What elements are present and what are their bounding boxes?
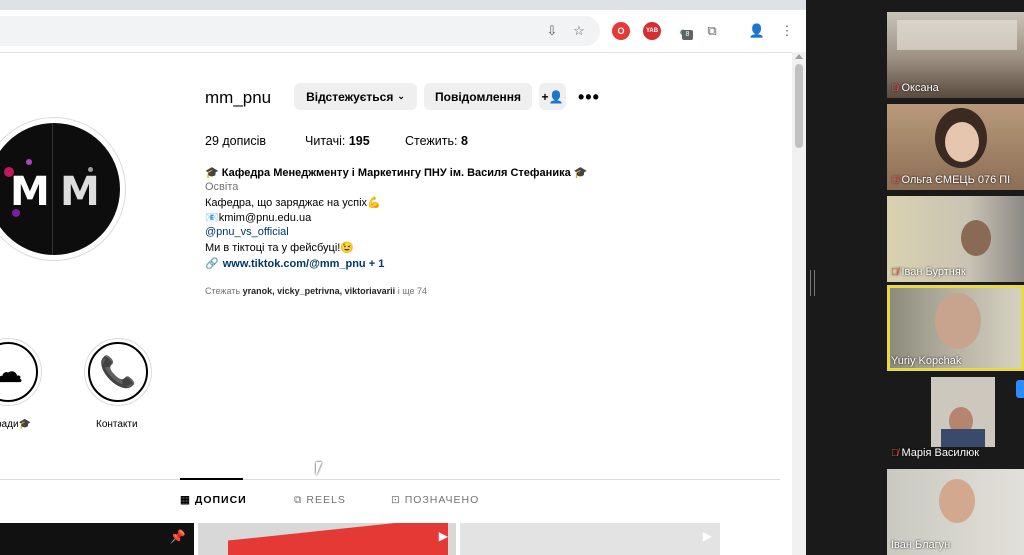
link-icon: 🔗 [205, 258, 219, 270]
yab-extension-icon[interactable]: YAB [643, 22, 661, 40]
tab-posts[interactable]: ▦ ДОПИСИ [180, 494, 247, 506]
participant-name: 🎙̸ Ольга ЄМЕЦЬ 076 ПІ [891, 174, 1011, 186]
bio-link-extra: + 1 [368, 258, 385, 270]
panel-resize-handle[interactable] [810, 270, 815, 296]
phone-icon: 📞 [88, 342, 148, 402]
active-tab-indicator [180, 478, 243, 480]
participant-tile[interactable]: Іван Благун [887, 469, 1024, 555]
pin-icon: 📌 [169, 529, 186, 544]
highlight-label-advice: ради🎓 [0, 419, 31, 430]
mic-muted-icon: 🎙̸ [891, 448, 899, 459]
mic-muted-icon: 🎙̸ [891, 267, 899, 278]
followed-by-names: yranok, vicky_petrivna, viktoriavarii [242, 286, 396, 296]
avatar: M M [0, 123, 120, 255]
address-bar[interactable] [0, 16, 600, 46]
cloud-icon: ☁ [0, 342, 38, 402]
participant-tile[interactable]: 🎙̸ Оксана [887, 12, 1024, 98]
panel-toggle-button[interactable] [1016, 380, 1024, 398]
profile-icon[interactable]: 👤 [748, 22, 766, 40]
participant-name: 🎙̸ Оксана [891, 82, 939, 94]
mouse-cursor [316, 462, 322, 476]
participant-tile[interactable]: 🎙̸ Ольга ЄМЕЦЬ 076 ПІ [887, 104, 1024, 190]
bio-link-text: www.tiktok.com/@mm_pnu [222, 258, 366, 270]
posts-count: 29 дописів [205, 134, 267, 148]
room-background [897, 20, 1017, 50]
bio-name: 🎓 Кафедра Менеджменту і Маркетингу ПНУ і… [205, 167, 588, 179]
opera-extension-icon[interactable]: O [612, 22, 630, 40]
followed-by-prefix: Стежать [205, 286, 241, 296]
extension-badge: 8 [682, 30, 693, 40]
participant-video [931, 377, 995, 447]
highlight-advice[interactable]: ☁ [0, 338, 42, 406]
participant-name: Yuriy Kopchak [891, 355, 962, 367]
avatar-logo-m2: M [60, 169, 100, 215]
tab-reels-label: REELS [306, 494, 346, 506]
participant-tile[interactable]: 🎙̸ Іван Буртняк [887, 196, 1024, 282]
followed-by[interactable]: Стежать yranok, vicky_petrivna, viktoria… [205, 286, 427, 296]
bio-line2: Ми в тіктоці та у фейсбуці!😉 [205, 242, 355, 254]
participant-name: 🎙̸ Марія Василюк [891, 447, 980, 459]
bio-external-link[interactable]: 🔗 www.tiktok.com/@mm_pnu + 1 [205, 257, 384, 270]
participant-name: 🎙̸ Іван Буртняк [891, 266, 966, 278]
tab-posts-label: ДОПИСИ [194, 494, 247, 506]
tab-tagged-label: ПОЗНАЧЕНО [404, 494, 480, 506]
profile-username: mm_pnu [205, 88, 272, 107]
avatar-logo-m1: M [10, 169, 50, 215]
browser-window: ⇩ ☆ O YAB ● ⧉ 👤 ⋮ 8 M M mm_pnu Відстежує… [0, 0, 806, 555]
bookmark-star-icon[interactable]: ☆ [570, 22, 588, 40]
post-graphic [228, 523, 448, 555]
grid-icon: ▦ [180, 494, 191, 506]
participant-tile-speaking[interactable]: Yuriy Kopchak [887, 285, 1024, 371]
reel-icon: ▶ [702, 529, 712, 543]
followed-by-suffix: і ще 74 [397, 286, 428, 296]
message-button[interactable]: Повідомлення [424, 83, 532, 110]
suggest-user-button[interactable]: +👤 [539, 83, 566, 110]
participant-tile[interactable]: 🎙̸ Марія Василюк [887, 377, 1024, 463]
participant-face [945, 122, 979, 162]
following-button[interactable]: Відстежується ⌄ [294, 83, 417, 110]
bio-handle-link[interactable]: @pnu_vs_official [205, 226, 289, 238]
page-scrollbar[interactable] [792, 52, 806, 555]
tab-strip [0, 0, 806, 10]
browser-menu-icon[interactable]: ⋮ [778, 22, 796, 40]
profile-avatar-ring[interactable]: M M [0, 117, 126, 261]
message-label: Повідомлення [435, 89, 521, 104]
participant-video [961, 220, 991, 256]
more-options-icon[interactable]: ••• [578, 87, 600, 108]
post-thumbnail[interactable]: ▶ [460, 523, 720, 555]
chevron-down-icon: ⌄ [397, 91, 405, 101]
mic-muted-icon: 🎙̸ [891, 83, 899, 94]
followers-stat[interactable]: Читачі: 195 [305, 134, 370, 148]
tab-tagged[interactable]: ⊡ ПОЗНАЧЕНО [391, 494, 479, 506]
tagged-icon: ⊡ [391, 494, 401, 506]
reel-icon: ▶ [438, 529, 448, 543]
participant-video [939, 479, 975, 523]
post-thumbnail[interactable]: 📌 [0, 523, 194, 555]
mic-muted-icon: 🎙̸ [891, 175, 899, 186]
bio-category: Освіта [205, 181, 239, 193]
highlight-label-contacts: Контакти [96, 419, 138, 430]
participant-video [935, 293, 981, 349]
reels-icon: ⧉ [294, 494, 303, 506]
tab-reels[interactable]: ⧉ REELS [294, 494, 346, 507]
bio-email: 📧kmim@pnu.edu.ua [205, 212, 312, 224]
highlight-contacts[interactable]: 📞 [84, 338, 152, 406]
participant-name: Іван Благун [891, 539, 951, 551]
following-stat[interactable]: Стежить: 8 [405, 134, 468, 148]
scroll-up-arrow[interactable] [795, 54, 803, 59]
post-thumbnail[interactable]: ▶ [198, 523, 456, 555]
extensions-puzzle-icon[interactable]: ⧉ [703, 22, 721, 40]
tabs-divider [0, 479, 780, 480]
scrollbar-thumb[interactable] [795, 64, 803, 148]
avatar-divider [52, 123, 53, 255]
bio-line1: Кафедра, що заряджає на успіх💪 [205, 197, 381, 209]
install-app-icon[interactable]: ⇩ [543, 22, 561, 40]
following-label: Відстежується [306, 89, 394, 104]
add-person-icon: +👤 [541, 89, 564, 104]
